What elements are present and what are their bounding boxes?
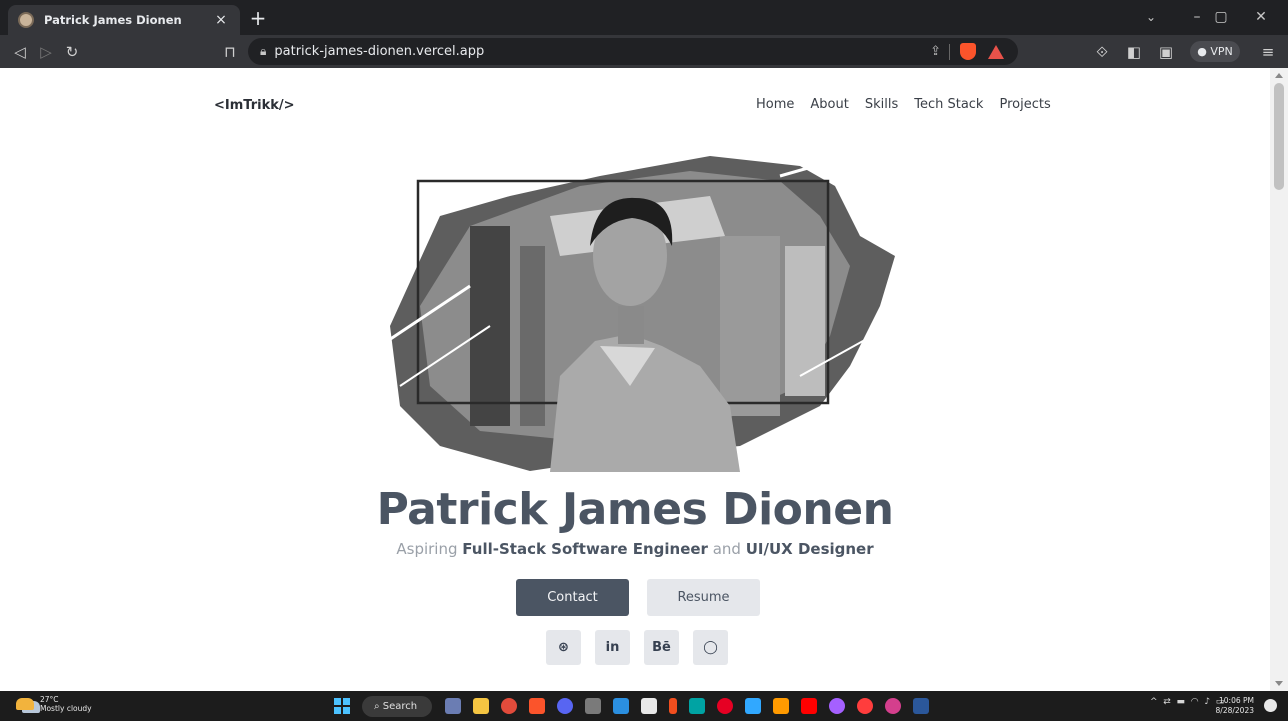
- taskbar-apps: [445, 698, 929, 714]
- notification-icon[interactable]: [1264, 699, 1277, 712]
- vpn-button[interactable]: ● VPN: [1190, 41, 1240, 62]
- tagline-part1: Aspiring: [396, 540, 463, 558]
- nav-projects[interactable]: Projects: [999, 97, 1050, 112]
- behance-icon[interactable]: Bē: [644, 630, 679, 665]
- tab-title: Patrick James Dionen: [44, 13, 182, 27]
- nav-skills[interactable]: Skills: [865, 97, 898, 112]
- window-close-icon[interactable]: ✕: [1238, 4, 1284, 30]
- reload-icon[interactable]: ↻: [60, 40, 84, 64]
- dribbble-icon[interactable]: ⊛: [546, 630, 581, 665]
- tagline-part2: and: [707, 540, 746, 558]
- app-icon[interactable]: [585, 698, 601, 714]
- hero-tagline: Aspiring Full-Stack Software Engineer an…: [0, 540, 1270, 558]
- tab-search-icon[interactable]: ⌄: [1128, 4, 1174, 30]
- browser-tab[interactable]: Patrick James Dionen ×: [8, 5, 240, 35]
- hero-portrait-image: [380, 156, 895, 472]
- brave-icon[interactable]: [529, 698, 545, 714]
- app-icon[interactable]: [857, 698, 873, 714]
- hero-name: Patrick James Dionen: [376, 484, 894, 535]
- app-icon[interactable]: [689, 698, 705, 714]
- extensions-icon[interactable]: ⟐: [1090, 40, 1114, 64]
- clock-date: 8/28/2023: [1215, 706, 1254, 715]
- scroll-up-icon[interactable]: [1275, 73, 1283, 78]
- scroll-thumb[interactable]: [1274, 83, 1284, 190]
- back-icon[interactable]: ◁: [8, 40, 32, 64]
- webpage: <ImTrikk/> Home About Skills Tech Stack …: [0, 68, 1270, 691]
- tab-favicon-icon: [18, 12, 34, 28]
- word-icon[interactable]: [913, 698, 929, 714]
- weather-widget[interactable]: 27°C Mostly cloudy: [16, 695, 92, 713]
- scroll-down-icon[interactable]: [1275, 681, 1283, 686]
- vscode-icon[interactable]: [613, 698, 629, 714]
- share-icon[interactable]: ⇪: [930, 44, 941, 59]
- acrobat-icon[interactable]: [801, 698, 817, 714]
- illustrator-icon[interactable]: [773, 698, 789, 714]
- menu-icon[interactable]: ≡: [1256, 40, 1280, 64]
- brave-shields-icon[interactable]: [960, 43, 976, 60]
- vpn-label: VPN: [1210, 45, 1233, 58]
- task-view-icon[interactable]: [445, 698, 461, 714]
- new-tab-button[interactable]: +: [246, 5, 270, 31]
- pinterest-icon[interactable]: [717, 698, 733, 714]
- linkedin-icon[interactable]: in: [595, 630, 630, 665]
- sidebar-icon[interactable]: ◧: [1122, 40, 1146, 64]
- chrome-icon[interactable]: [501, 698, 517, 714]
- page-scrollbar[interactable]: [1270, 68, 1288, 691]
- nav-about[interactable]: About: [810, 97, 848, 112]
- wallet-icon[interactable]: ▣: [1154, 40, 1178, 64]
- app-icon[interactable]: [885, 698, 901, 714]
- taskbar-clock[interactable]: 10:06 PM 8/28/2023: [1212, 696, 1254, 716]
- site-logo[interactable]: <ImTrikk/>: [214, 98, 295, 113]
- site-nav: Home About Skills Tech Stack Projects: [756, 97, 1051, 112]
- nav-home[interactable]: Home: [756, 97, 794, 112]
- start-icon[interactable]: [334, 698, 350, 714]
- bookmark-icon[interactable]: ⊓: [218, 40, 242, 64]
- tagline-role2: UI/UX Designer: [745, 540, 874, 558]
- photoshop-icon[interactable]: [745, 698, 761, 714]
- notion-icon[interactable]: [641, 698, 657, 714]
- url-text[interactable]: patrick-james-dionen.vercel.app: [274, 44, 930, 59]
- windows-taskbar: 27°C Mostly cloudy ⌕ Search ^ ⇄ ▬ ◠ ♪ ▭ …: [0, 691, 1288, 721]
- messenger-icon[interactable]: [829, 698, 845, 714]
- figma-icon[interactable]: [669, 698, 677, 714]
- tagline-role1: Full-Stack Software Engineer: [462, 540, 708, 558]
- brave-rewards-icon[interactable]: [988, 44, 1004, 59]
- lock-icon: 🔒︎: [260, 44, 267, 58]
- nav-tech-stack[interactable]: Tech Stack: [914, 97, 983, 112]
- weather-icon: [16, 698, 34, 710]
- weather-condition: Mostly cloudy: [40, 704, 92, 713]
- discord-icon[interactable]: [557, 698, 573, 714]
- forward-icon[interactable]: ▷: [34, 40, 58, 64]
- weather-temp: 27°C: [40, 695, 59, 704]
- taskbar-search[interactable]: ⌕ Search: [362, 696, 432, 717]
- clock-time: 10:06 PM: [1219, 696, 1254, 705]
- browser-tab-strip: Patrick James Dionen × + ⌄ – ▢ ✕: [0, 0, 1288, 35]
- tab-close-icon[interactable]: ×: [212, 12, 230, 28]
- search-label: Search: [382, 701, 418, 712]
- github-icon[interactable]: ◯: [693, 630, 728, 665]
- file-explorer-icon[interactable]: [473, 698, 489, 714]
- omnibox-divider: [949, 43, 950, 60]
- browser-toolbar: ◁ ▷ ↻ ⊓ 🔒︎ patrick-james-dionen.vercel.a…: [0, 35, 1288, 68]
- address-bar[interactable]: 🔒︎ patrick-james-dionen.vercel.app ⇪: [248, 38, 1018, 65]
- contact-button[interactable]: Contact: [516, 579, 629, 616]
- social-links: ⊛ in Bē ◯: [546, 630, 728, 665]
- resume-button[interactable]: Resume: [647, 579, 760, 616]
